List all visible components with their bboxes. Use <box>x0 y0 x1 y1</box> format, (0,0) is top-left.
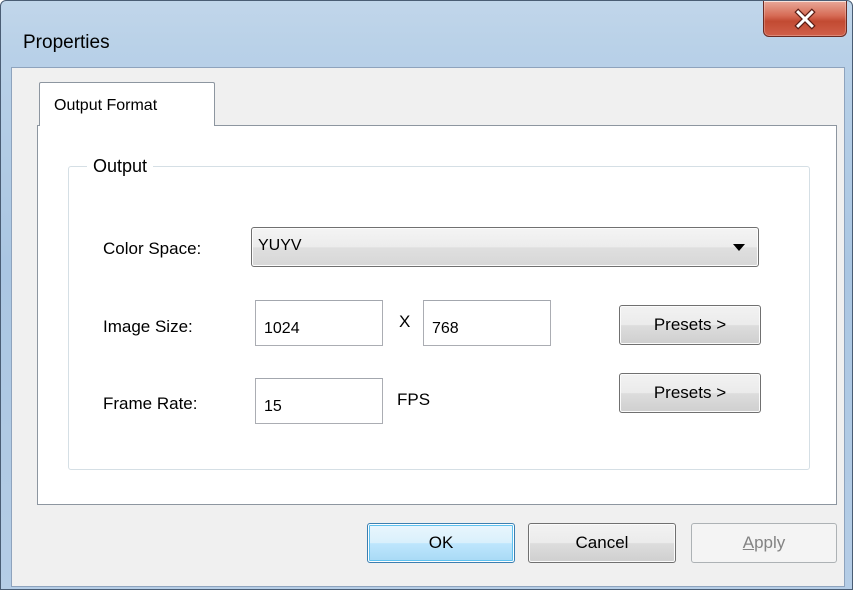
cancel-button[interactable]: Cancel <box>528 523 676 563</box>
image-size-presets-button[interactable]: Presets > <box>619 305 761 345</box>
color-space-dropdown[interactable]: YUYV <box>251 227 759 267</box>
dialog-client-area: Output Format Output Color Space: YUYV I… <box>11 67 845 587</box>
tab-panel-output-format: Output Color Space: YUYV Image Size: X P… <box>37 125 837 505</box>
group-title: Output <box>87 154 154 178</box>
apply-button[interactable]: Apply <box>691 523 837 563</box>
image-size-label: Image Size: <box>103 317 193 336</box>
tab-output-format[interactable]: Output Format <box>39 82 215 126</box>
window-title: Properties <box>23 32 110 53</box>
apply-mnemonic: A <box>742 533 755 552</box>
frame-rate-presets-button[interactable]: Presets > <box>619 373 761 413</box>
properties-window: Properties Output Format Output Color Sp… <box>0 0 853 590</box>
tab-label: Output Format <box>54 97 158 114</box>
close-button[interactable] <box>763 1 847 37</box>
color-space-label: Color Space: <box>103 239 202 258</box>
output-groupbox: Output Color Space: YUYV Image Size: X P… <box>68 154 810 470</box>
frame-rate-input[interactable] <box>255 378 383 424</box>
image-height-input[interactable] <box>423 300 551 346</box>
image-size-separator: X <box>399 312 411 331</box>
ok-button[interactable]: OK <box>367 523 515 563</box>
apply-label-rest: pply <box>754 533 786 552</box>
image-width-input[interactable] <box>255 300 383 346</box>
color-space-value: YUYV <box>258 237 302 254</box>
frame-rate-unit: FPS <box>397 390 431 409</box>
chevron-down-icon <box>733 244 745 251</box>
close-icon <box>794 8 816 30</box>
frame-rate-label: Frame Rate: <box>103 394 198 413</box>
